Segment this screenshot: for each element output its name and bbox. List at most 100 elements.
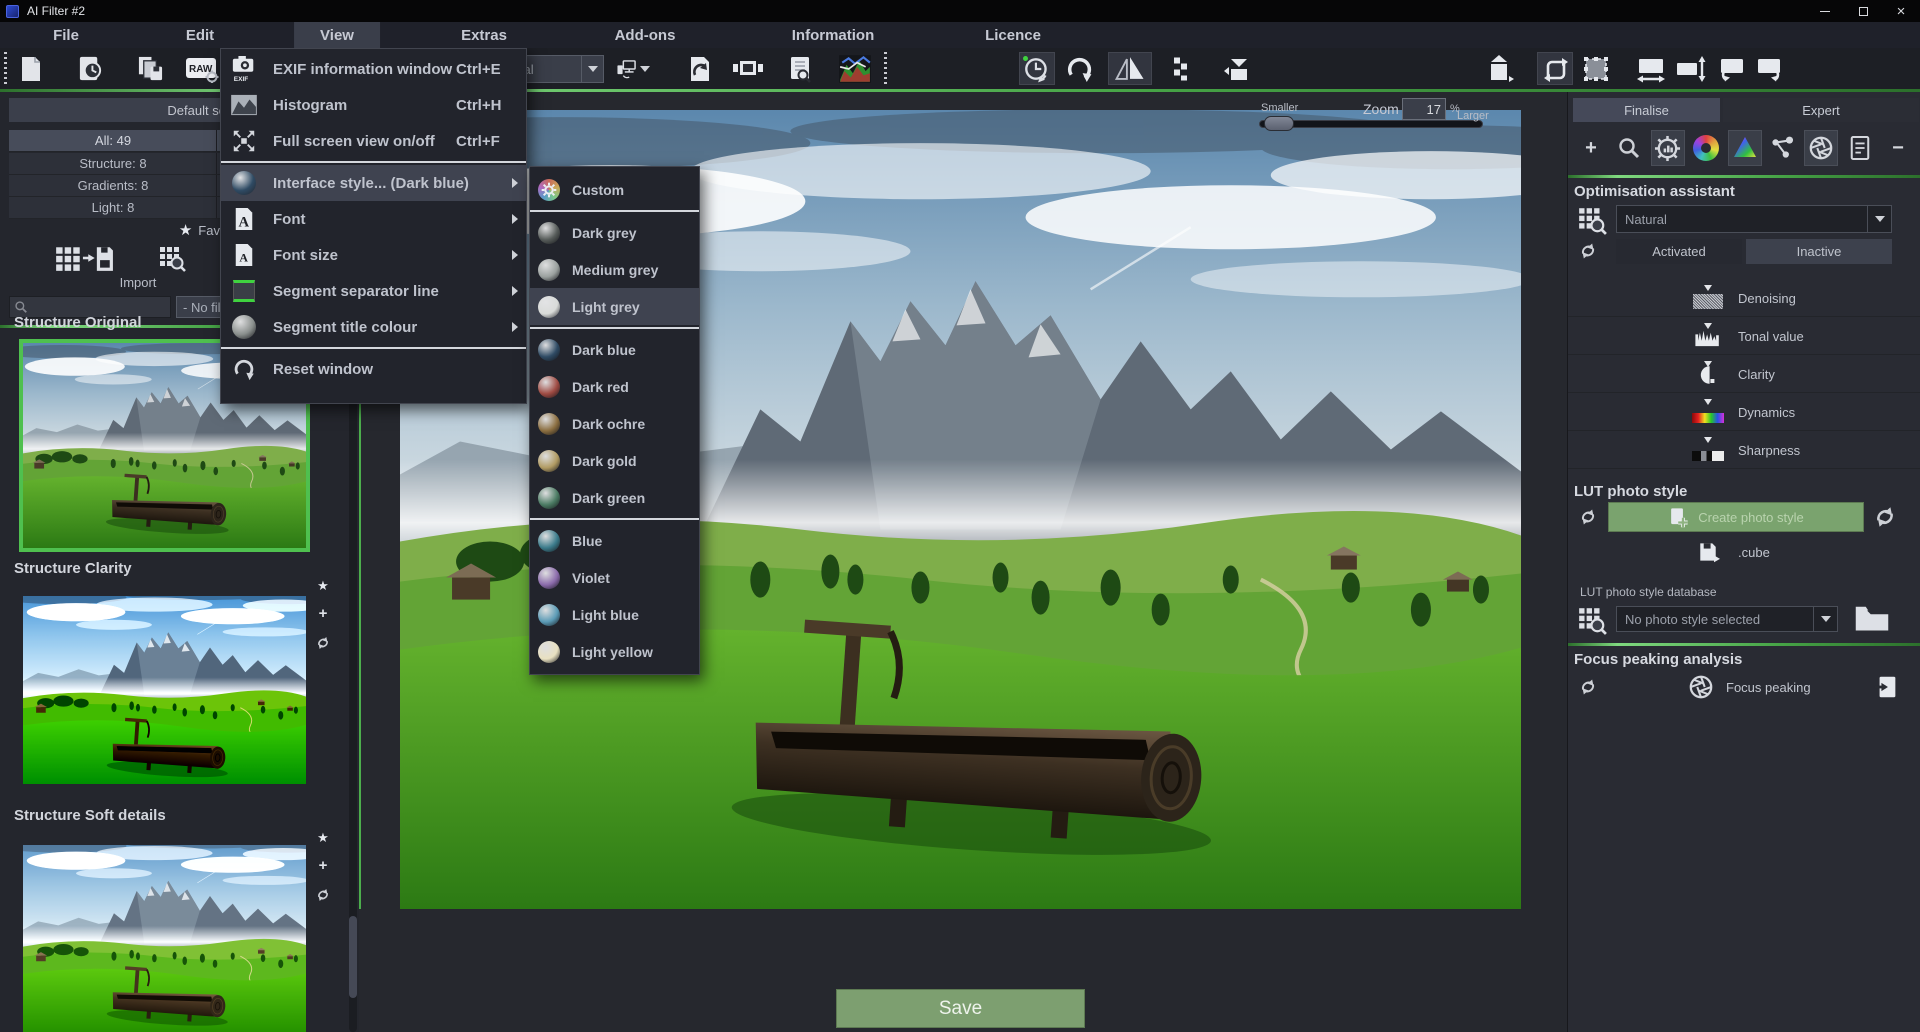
- export-cube-icon[interactable]: [1696, 540, 1720, 564]
- zoom-slider-knob[interactable]: [1264, 116, 1294, 131]
- colour-histogram-button[interactable]: [836, 52, 874, 85]
- style-option-medium-grey[interactable]: Medium grey: [530, 251, 699, 288]
- rotate-right-button[interactable]: [1753, 52, 1787, 85]
- preset-search-button[interactable]: [157, 244, 187, 272]
- chevron-down-icon: [581, 56, 603, 82]
- lut-database-dropdown[interactable]: No photo style selected: [1616, 606, 1838, 632]
- zoom-value-input[interactable]: [1402, 98, 1446, 120]
- redo-button[interactable]: [1062, 52, 1096, 85]
- raw-settings-button[interactable]: [184, 52, 220, 85]
- node-graph-button[interactable]: [1766, 130, 1800, 166]
- copy-save-button[interactable]: [134, 52, 166, 85]
- report-document-button[interactable]: [1843, 130, 1877, 166]
- refresh-icon[interactable]: [315, 635, 331, 651]
- search-button[interactable]: [1612, 130, 1646, 166]
- style-option-dark-grey[interactable]: Dark grey: [530, 214, 699, 251]
- style-option-light-blue[interactable]: Light blue: [530, 596, 699, 633]
- plus-icon[interactable]: +: [319, 858, 328, 873]
- batch-document-button[interactable]: [686, 52, 714, 85]
- menu-item-exif[interactable]: EXIF information window Ctrl+E: [221, 51, 526, 87]
- flip-compare-button[interactable]: [1108, 52, 1152, 85]
- minimize-button[interactable]: [1806, 0, 1844, 22]
- style-option-violet[interactable]: Violet: [530, 559, 699, 596]
- split-view-button[interactable]: [1222, 52, 1256, 85]
- plus-icon[interactable]: +: [319, 606, 328, 621]
- preset-thumbnail-clarity[interactable]: [23, 596, 306, 784]
- gear-chart-button[interactable]: [1651, 130, 1685, 166]
- preset-grid-icon[interactable]: [1576, 605, 1608, 635]
- menu-item-segment-title-colour[interactable]: Segment title colour: [221, 309, 526, 345]
- menu-item-interface-style[interactable]: Interface style... (Dark blue): [221, 165, 526, 201]
- refresh-icon[interactable]: [1578, 241, 1598, 261]
- style-option-blue[interactable]: Blue: [530, 522, 699, 559]
- open-folder-button[interactable]: [1852, 603, 1892, 633]
- menu-addons[interactable]: Add-ons: [589, 22, 702, 48]
- style-option-light-grey[interactable]: Light grey: [530, 288, 699, 325]
- preset-thumbnail-softdetails[interactable]: [23, 845, 306, 1032]
- style-option-dark-green[interactable]: Dark green: [530, 479, 699, 516]
- export-presets-button[interactable]: [53, 243, 115, 273]
- rotate-crop-button[interactable]: [1537, 52, 1573, 85]
- menu-edit[interactable]: Edit: [160, 22, 240, 48]
- projector-view-button[interactable]: [730, 52, 766, 85]
- sync-style-icon[interactable]: [1872, 504, 1898, 530]
- checker-compare-button[interactable]: [1170, 52, 1192, 85]
- close-button[interactable]: ×: [1882, 0, 1920, 22]
- inactive-button[interactable]: Inactive: [1746, 239, 1892, 264]
- rgb-cube-button[interactable]: [1728, 130, 1762, 166]
- refresh-icon[interactable]: [1578, 507, 1598, 527]
- remove-button[interactable]: −: [1881, 130, 1915, 166]
- refresh-icon[interactable]: [1578, 677, 1598, 697]
- tab-expert[interactable]: Expert: [1723, 98, 1919, 122]
- rotate-left-button[interactable]: [1714, 52, 1748, 85]
- menu-extras[interactable]: Extras: [435, 22, 533, 48]
- style-option-custom[interactable]: Custom: [530, 171, 699, 208]
- tab-finalise[interactable]: Finalise: [1573, 98, 1720, 122]
- create-photo-style-button[interactable]: Create photo style: [1608, 502, 1864, 532]
- focus-report-button[interactable]: [1874, 674, 1900, 700]
- favourite-star-icon[interactable]: ★: [317, 831, 329, 844]
- timer-history-button[interactable]: [1019, 52, 1055, 85]
- aperture-icon[interactable]: [1688, 674, 1714, 700]
- colour-wheel-button[interactable]: [1689, 130, 1723, 166]
- save-button[interactable]: Save: [836, 989, 1085, 1028]
- add-button[interactable]: +: [1574, 130, 1608, 166]
- menu-licence[interactable]: Licence: [959, 22, 1067, 48]
- assistant-preset-dropdown[interactable]: Natural: [1616, 205, 1892, 233]
- export-device-button[interactable]: [616, 52, 650, 85]
- adjustment-tonal-value[interactable]: Tonal value: [1568, 317, 1920, 355]
- menu-item-reset-window[interactable]: Reset window: [221, 351, 526, 387]
- new-document-button[interactable]: [16, 52, 46, 85]
- crop-marquee-button[interactable]: [1580, 52, 1612, 85]
- adjustment-dynamics[interactable]: Dynamics: [1568, 393, 1920, 431]
- menu-item-histogram[interactable]: Histogram Ctrl+H: [221, 87, 526, 123]
- aperture-button[interactable]: [1804, 130, 1838, 166]
- refresh-icon[interactable]: [315, 887, 331, 903]
- history-page-button[interactable]: [74, 52, 106, 85]
- resize-height-button[interactable]: [1674, 52, 1708, 85]
- activated-button[interactable]: Activated: [1616, 239, 1742, 264]
- menu-view[interactable]: View: [294, 22, 380, 48]
- menu-item-font-size[interactable]: Font size: [221, 237, 526, 273]
- style-option-dark-ochre[interactable]: Dark ochre: [530, 405, 699, 442]
- fit-view-button[interactable]: [1484, 52, 1516, 85]
- resize-width-button[interactable]: [1634, 52, 1668, 85]
- style-option-dark-gold[interactable]: Dark gold: [530, 442, 699, 479]
- adjustment-denoising[interactable]: Denoising: [1568, 279, 1920, 317]
- adjustment-sharpness[interactable]: Sharpness: [1568, 431, 1920, 469]
- adjustment-clarity[interactable]: Clarity: [1568, 355, 1920, 393]
- style-option-dark-red[interactable]: Dark red: [530, 368, 699, 405]
- print-preview-button[interactable]: [786, 52, 814, 85]
- favourite-star-icon[interactable]: ★: [317, 579, 329, 592]
- style-option-light-yellow[interactable]: Light yellow: [530, 633, 699, 670]
- maximize-button[interactable]: [1844, 0, 1882, 22]
- menu-item-font[interactable]: Font: [221, 201, 526, 237]
- menu-file[interactable]: File: [27, 22, 105, 48]
- menu-item-fullscreen[interactable]: Full screen view on/off Ctrl+F: [221, 123, 526, 159]
- toolbar-handle[interactable]: [4, 52, 7, 85]
- menu-information[interactable]: Information: [766, 22, 901, 48]
- sidebar-scrollbar-thumb[interactable]: [349, 916, 357, 998]
- menu-item-segment-separator[interactable]: Segment separator line: [221, 273, 526, 309]
- preset-grid-icon[interactable]: [1576, 205, 1608, 235]
- style-option-dark-blue[interactable]: Dark blue: [530, 331, 699, 368]
